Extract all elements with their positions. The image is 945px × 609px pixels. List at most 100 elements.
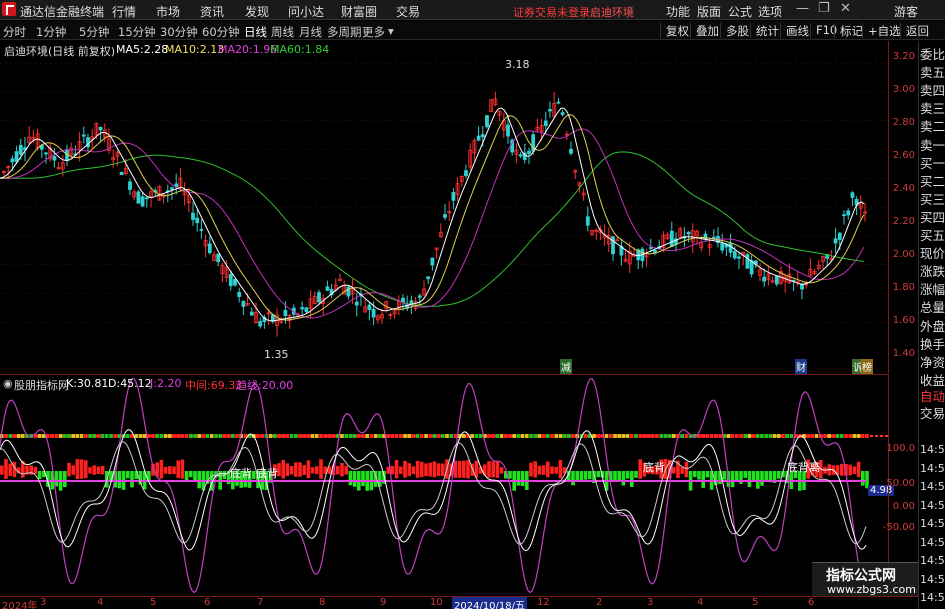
quote-item[interactable]: 换手	[920, 334, 945, 353]
quote-item[interactable]: 买一	[920, 153, 945, 172]
menu-hangqing[interactable]: 行情	[112, 3, 136, 20]
trade-label[interactable]: 交易	[920, 403, 945, 422]
menu-xuanxiang[interactable]: 选项	[758, 3, 782, 20]
indicator-dot	[667, 434, 672, 438]
indicator-dot	[516, 434, 521, 438]
period-multi[interactable]: 多周期	[327, 24, 362, 40]
period-5min[interactable]: 5分钟	[79, 24, 109, 40]
login-warning[interactable]: 证券交易未登录	[513, 4, 590, 20]
candle-body	[136, 191, 141, 204]
quote-item[interactable]: 卖一	[920, 135, 945, 154]
indicator-dot	[96, 434, 101, 438]
menu-jiaoyi[interactable]: 交易	[396, 3, 420, 20]
btn-add-favorite[interactable]: +自选	[862, 23, 901, 38]
quote-item[interactable]: 买五	[920, 225, 945, 244]
indicator-bar	[491, 461, 495, 478]
indicator-dot	[37, 434, 42, 438]
indicator-dot	[621, 434, 626, 438]
period-15min[interactable]: 15分钟	[118, 24, 156, 40]
indicator-bar	[117, 471, 122, 489]
quote-item[interactable]: 涨幅	[920, 279, 945, 298]
indicator-bar	[617, 471, 621, 482]
indicator-bar	[394, 460, 399, 479]
quote-item[interactable]: 涨跌	[920, 261, 945, 280]
minimize-icon[interactable]: —	[796, 1, 809, 16]
more-chevron-icon[interactable]: ▾	[388, 24, 394, 38]
quote-item[interactable]: 净资	[920, 352, 945, 371]
candle-body	[611, 236, 615, 255]
menu-wenxiaoda[interactable]: 问小达	[288, 3, 324, 20]
btn-diejia[interactable]: 叠加	[690, 23, 719, 38]
indicator-dot	[835, 434, 840, 438]
indicator-bar	[462, 460, 466, 478]
indicator-dot	[714, 434, 718, 438]
menu-faxian[interactable]: 发现	[245, 3, 269, 20]
indicator-bar	[756, 471, 760, 489]
indicator-chart[interactable]: ◉ 股朋指标网 K:30.81 D:45.12 J:2.20 中间:69.33 …	[0, 374, 895, 596]
indicator-dot	[327, 434, 332, 438]
indicator-bar	[516, 471, 521, 486]
period-daily[interactable]: 日线	[244, 24, 267, 40]
indicator-bar	[457, 460, 462, 478]
indicator-bar	[163, 466, 168, 474]
marker-bang[interactable]: 榜	[861, 359, 873, 374]
menu-gongshi[interactable]: 公式	[728, 3, 752, 20]
close-icon[interactable]: ✕	[840, 1, 851, 16]
tick-time: 14:56	[920, 572, 945, 586]
indicator-gear-icon[interactable]: ◉	[3, 377, 13, 390]
quote-item[interactable]: 卖四	[920, 80, 945, 99]
indicator-bar	[693, 471, 697, 478]
indicator-dot	[357, 434, 361, 438]
restore-icon[interactable]: ❐	[818, 1, 830, 16]
quote-item[interactable]: 外盘	[920, 316, 945, 335]
indicator-bar	[159, 459, 164, 479]
btn-biaoji[interactable]: 标记	[834, 23, 863, 38]
indicator-dot	[785, 434, 789, 438]
indicator-dot	[58, 434, 63, 438]
indicator-dot	[281, 434, 285, 438]
btn-fuquan[interactable]: 复权	[660, 23, 689, 38]
indicator-bar	[722, 471, 726, 480]
kline-chart[interactable]: 启迪环境(日线 前复权) MA5:2.28 MA10:2.13 MA20:1.9…	[0, 41, 888, 374]
guest-label[interactable]: 游客	[894, 3, 918, 20]
marker-cai[interactable]: 财	[795, 359, 807, 374]
menu-zixun[interactable]: 资讯	[200, 3, 224, 20]
btn-fanhui[interactable]: 返回	[900, 23, 929, 38]
menu-banmian[interactable]: 版面	[697, 3, 721, 20]
indicator-name[interactable]: 股朋指标网	[14, 377, 69, 393]
marker-jian[interactable]: 减	[560, 359, 572, 374]
indicator-bar	[302, 465, 306, 475]
period-monthly[interactable]: 月线	[299, 24, 322, 40]
period-60min[interactable]: 60分钟	[202, 24, 240, 40]
btn-huaxian[interactable]: 画线	[780, 23, 809, 38]
period-more[interactable]: 更多	[362, 24, 385, 40]
quote-item[interactable]: 总量	[920, 297, 945, 316]
period-fenshi[interactable]: 分时	[3, 24, 26, 40]
quote-item[interactable]: 买二	[920, 171, 945, 190]
indicator-dot	[323, 434, 327, 438]
menu-caifuquan[interactable]: 财富圈	[341, 3, 377, 20]
trend-value-label: 趋线:20.00	[236, 379, 294, 392]
annotation-dibeili: 底背离	[787, 461, 820, 474]
period-weekly[interactable]: 周线	[271, 24, 294, 40]
selected-date[interactable]: 2024/10/18/五	[452, 597, 528, 609]
btn-duogu[interactable]: 多股	[720, 23, 749, 38]
period-30min[interactable]: 30分钟	[160, 24, 198, 40]
candle-body	[233, 278, 237, 286]
quote-item[interactable]: 卖二	[920, 116, 945, 135]
period-1min[interactable]: 1分钟	[36, 24, 66, 40]
indicator-dot	[210, 434, 214, 438]
quote-item[interactable]: 卖五	[920, 62, 945, 81]
btn-tongji[interactable]: 统计	[750, 23, 779, 38]
ma20-line	[0, 128, 865, 319]
quote-item[interactable]: 卖三	[920, 98, 945, 117]
menu-shichang[interactable]: 市场	[156, 3, 180, 20]
quote-item[interactable]: 买三	[920, 189, 945, 208]
menu-gongneng[interactable]: 功能	[666, 3, 690, 20]
indicator-dot	[105, 434, 109, 438]
quote-item[interactable]: 委比	[920, 44, 945, 63]
quote-item[interactable]: 现价	[920, 243, 945, 262]
indicator-dot	[142, 434, 147, 438]
indicator-bar	[33, 466, 38, 474]
quote-item[interactable]: 买四	[920, 207, 945, 226]
